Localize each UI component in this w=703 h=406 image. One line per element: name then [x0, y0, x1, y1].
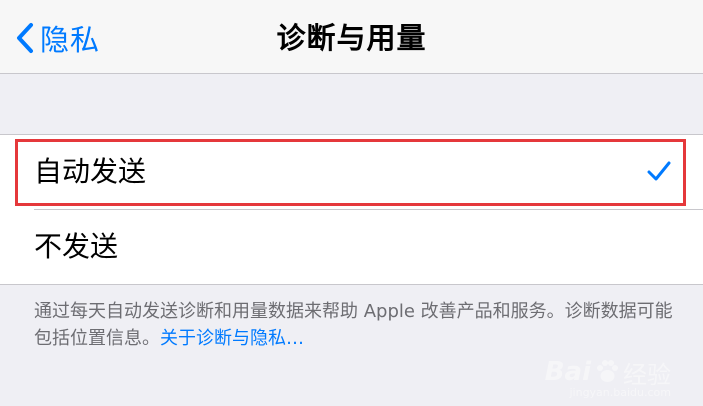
- page-title: 诊断与用量: [276, 21, 427, 55]
- watermark-url: jingyan.baidu.com: [569, 386, 671, 399]
- watermark-suffix: 经验: [623, 360, 671, 389]
- about-diagnostics-privacy-link[interactable]: 关于诊断与隐私…: [160, 328, 304, 349]
- baidu-jingyan-watermark: Bai 经验 jingyan.baidu.com: [545, 342, 671, 402]
- option-dont-send[interactable]: 不发送: [0, 210, 703, 284]
- option-label: 不发送: [34, 230, 119, 263]
- navigation-bar: 隐私 诊断与用量: [0, 0, 703, 74]
- checkmark-icon: [647, 161, 671, 181]
- send-option-group: 自动发送 不发送: [0, 134, 703, 285]
- option-label: 自动发送: [34, 155, 147, 188]
- option-auto-send[interactable]: 自动发送: [0, 135, 703, 209]
- watermark-brand: Bai: [544, 357, 591, 387]
- paw-icon: [597, 360, 618, 382]
